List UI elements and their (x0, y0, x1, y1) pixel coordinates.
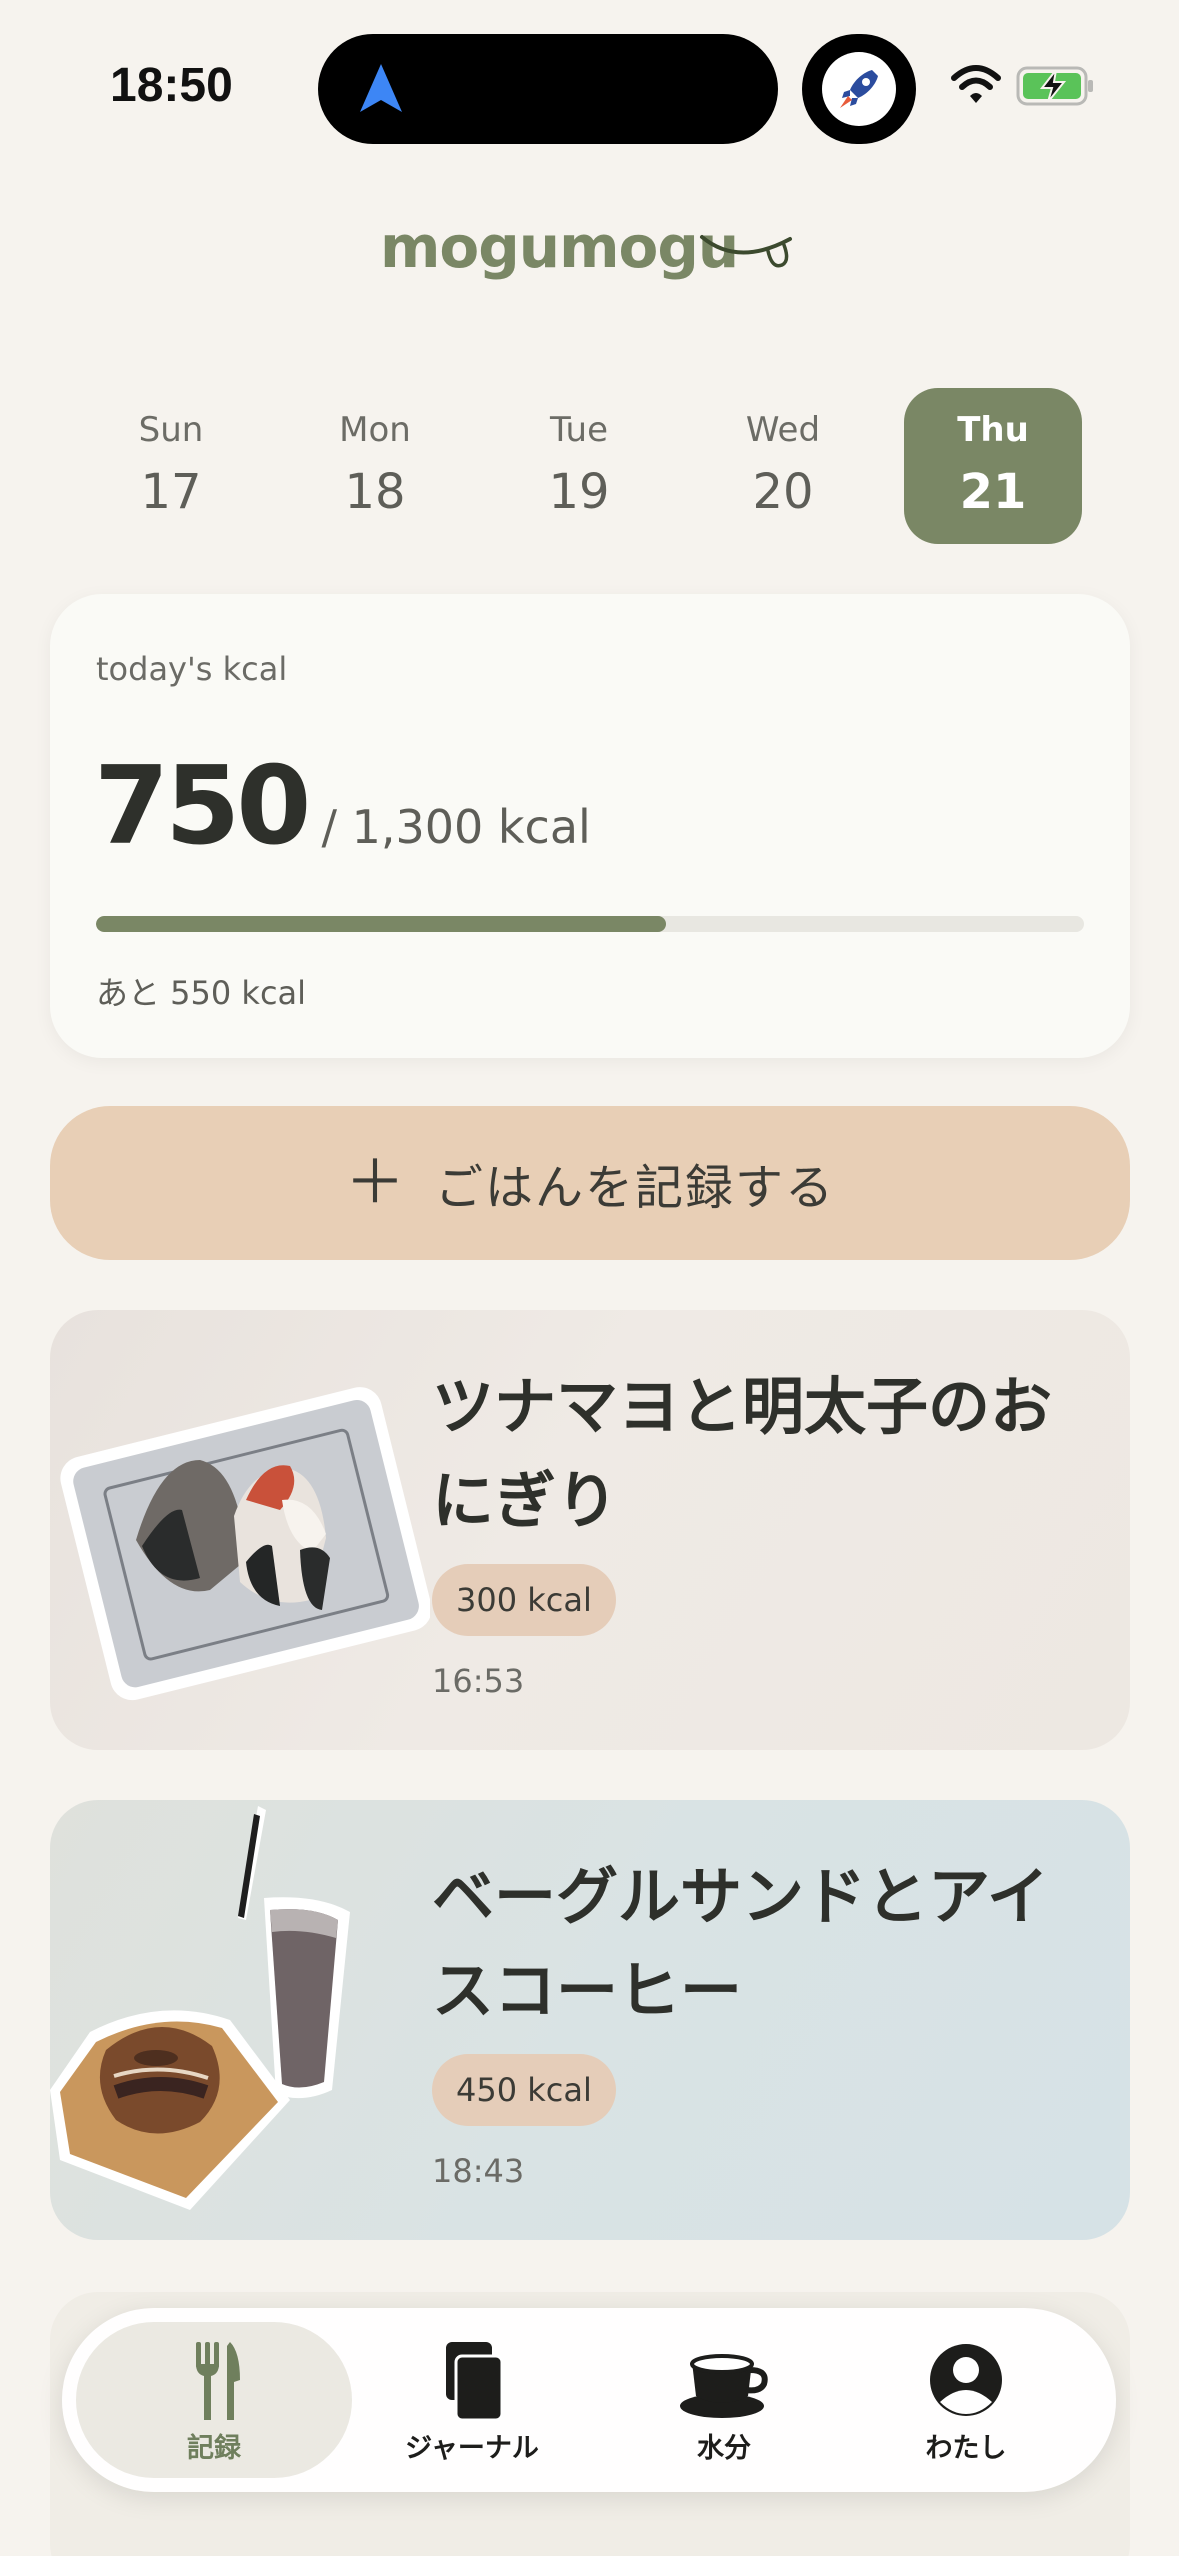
day-name: Mon (339, 410, 411, 450)
meal-time: 16:53 (432, 1662, 525, 1700)
kcal-label: today's kcal (96, 650, 288, 688)
status-time: 18:50 (110, 59, 233, 112)
day-thu-selected[interactable]: Thu 21 (904, 388, 1082, 544)
meal-card[interactable]: ツナマヨと明太子のおにぎり 300 kcal 16:53 (50, 1310, 1130, 1750)
dynamic-island[interactable] (318, 34, 778, 144)
live-activity-bubble[interactable] (802, 34, 916, 144)
battery-charging-icon (1016, 66, 1093, 106)
kcal-summary-card: today's kcal 750/ 1,300 kcal あと 550 kcal (50, 594, 1130, 1058)
day-name: Thu (957, 410, 1029, 450)
fork-knife-icon (196, 2342, 240, 2420)
tab-bar: 記録 ジャーナル 水分 わたし (62, 2308, 1116, 2492)
journal-icon (446, 2342, 504, 2422)
day-name: Tue (549, 410, 609, 450)
tab-label: 水分 (697, 2433, 751, 2464)
week-selector: Sun 17 Mon 18 Tue 19 Wed 20 Thu 21 (82, 388, 1082, 544)
day-date: 17 (140, 464, 202, 520)
rocket-icon (822, 52, 896, 126)
add-meal-button[interactable]: ＋ ごはんを記録する (50, 1106, 1130, 1260)
wifi-icon (951, 65, 1001, 103)
status-bar: 18:50 (0, 0, 1179, 160)
meal-kcal-badge: 300 kcal (432, 1564, 616, 1636)
day-date: 21 (959, 464, 1027, 520)
kcal-progress-fill (96, 916, 667, 932)
kcal-goal: / 1,300 kcal (321, 800, 591, 854)
day-wed[interactable]: Wed 20 (694, 388, 872, 544)
person-icon (930, 2344, 1002, 2416)
add-meal-label: ごはんを記録する (434, 1160, 835, 1216)
tab-journal[interactable]: ジャーナル (334, 2322, 610, 2478)
meal-kcal-badge: 450 kcal (432, 2054, 616, 2126)
plus-icon: ＋ (344, 1148, 405, 1218)
day-tue[interactable]: Tue 19 (490, 388, 668, 544)
kcal-value: 750 (94, 744, 311, 869)
meal-time: 18:43 (432, 2152, 525, 2190)
day-date: 20 (752, 464, 814, 520)
kcal-remaining: あと 550 kcal (96, 974, 307, 1012)
day-mon[interactable]: Mon 18 (286, 388, 464, 544)
logo-text: mogumogu (380, 213, 739, 281)
day-name: Wed (745, 410, 821, 450)
meal-title: ツナマヨと明太子のおにぎり (432, 1370, 1053, 1537)
kcal-progress-bar (96, 916, 1084, 932)
location-arrow-icon (360, 64, 402, 112)
tab-water[interactable]: 水分 (586, 2322, 862, 2478)
tab-label: 記録 (187, 2433, 241, 2464)
meal-card[interactable]: ベーグルサンドとアイスコーヒー 450 kcal 18:43 (50, 1800, 1130, 2240)
meal-title: ベーグルサンドとアイスコーヒー (432, 1860, 1049, 2027)
smile-tongue-icon (700, 235, 792, 268)
cup-icon (680, 2354, 768, 2418)
day-sun[interactable]: Sun 17 (82, 388, 260, 544)
tab-label: わたし (925, 2433, 1007, 2464)
bagel-coffee-photo (50, 1806, 350, 2210)
tab-label: ジャーナル (405, 2433, 539, 2464)
tab-me[interactable]: わたし (828, 2322, 1104, 2478)
day-date: 18 (344, 464, 406, 520)
day-name: Sun (138, 410, 204, 450)
day-date: 19 (548, 464, 610, 520)
app-logo: mogumogu (380, 205, 800, 295)
kcal-value-row: 750/ 1,300 kcal (94, 744, 591, 869)
tab-record[interactable]: 記録 (76, 2322, 352, 2478)
onigiri-photo (60, 1387, 430, 1701)
